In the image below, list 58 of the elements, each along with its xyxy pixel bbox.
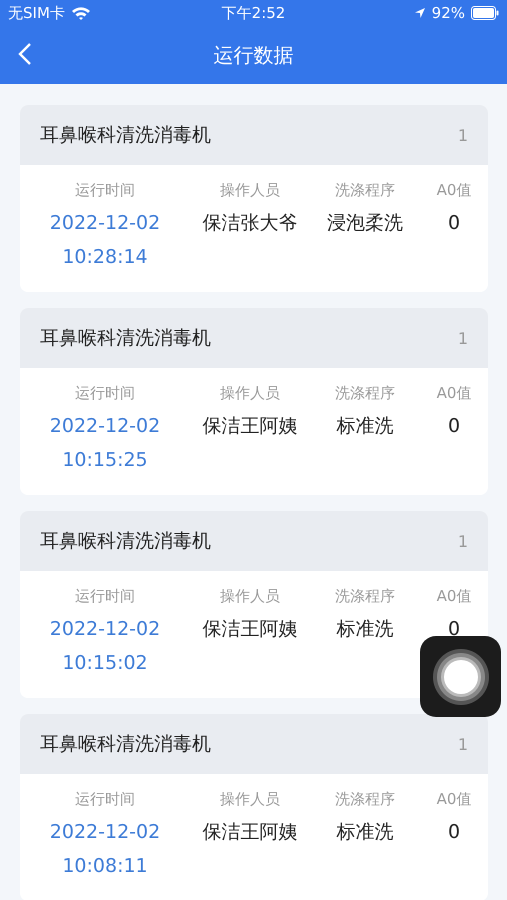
page-title: 运行数据 xyxy=(214,42,294,68)
device-name: 耳鼻喉科清洗消毒机 xyxy=(40,529,211,554)
record-count: 1 xyxy=(458,126,468,144)
record-card[interactable]: 耳鼻喉科清洗消毒机 1 运行时间 操作人员 洗涤程序 A0值 2022-12-02 10:08:11 保洁王阿姨 标准洗 0 xyxy=(20,714,488,900)
wash-program: 标准洗 xyxy=(336,820,394,845)
run-date: 2022-12-02 xyxy=(50,414,160,439)
carrier-text: 无SIM卡 xyxy=(8,4,65,22)
device-name: 耳鼻喉科清洗消毒机 xyxy=(40,732,211,757)
run-time: 10:15:02 xyxy=(62,651,148,676)
wash-program: 浸泡柔洗 xyxy=(327,211,403,236)
run-time: 10:28:14 xyxy=(62,245,148,270)
run-date: 2022-12-02 xyxy=(50,617,160,642)
a0-value: 0 xyxy=(448,414,460,439)
column-label: 洗涤程序 xyxy=(335,181,395,200)
column-label: A0值 xyxy=(436,587,472,606)
record-count: 1 xyxy=(458,734,468,754)
run-time: 10:15:25 xyxy=(62,448,148,473)
column-label: 运行时间 xyxy=(75,181,135,200)
column-label: A0值 xyxy=(436,181,472,200)
column-label: 洗涤程序 xyxy=(335,384,395,403)
battery-icon xyxy=(471,6,499,20)
column-label: A0值 xyxy=(436,384,472,403)
assistive-touch-button[interactable] xyxy=(420,636,501,717)
operator-name: 保洁张大爷 xyxy=(202,211,298,236)
a0-value: 0 xyxy=(448,820,460,845)
column-label: 洗涤程序 xyxy=(335,587,395,606)
record-card[interactable]: 耳鼻喉科清洗消毒机 1 运行时间 操作人员 洗涤程序 A0值 2022-12-02 10:15:25 保洁王阿姨 标准洗 0 xyxy=(20,308,488,495)
assistive-touch-icon xyxy=(432,648,490,706)
record-count: 1 xyxy=(458,328,468,348)
column-label: 运行时间 xyxy=(75,384,135,403)
column-label: 洗涤程序 xyxy=(335,790,395,809)
column-label: 操作人员 xyxy=(220,384,280,403)
wifi-icon xyxy=(70,6,91,20)
back-icon xyxy=(18,42,32,66)
record-count: 1 xyxy=(458,532,468,550)
operator-name: 保洁王阿姨 xyxy=(202,617,298,642)
record-card[interactable]: 耳鼻喉科清洗消毒机 1 运行时间 操作人员 洗涤程序 A0值 2022-12-02 10:15:02 保洁王阿姨 标准洗 0 xyxy=(20,511,488,698)
a0-value: 0 xyxy=(448,211,460,236)
column-label: 运行时间 xyxy=(75,587,135,606)
wash-program: 标准洗 xyxy=(336,617,394,642)
column-label: 操作人员 xyxy=(220,181,280,200)
column-label: 操作人员 xyxy=(220,790,280,809)
operator-name: 保洁王阿姨 xyxy=(202,414,298,439)
battery-percent: 92% xyxy=(432,4,465,22)
wash-program: 标准洗 xyxy=(336,414,394,439)
run-date: 2022-12-02 xyxy=(50,211,160,236)
column-label: 操作人员 xyxy=(220,587,280,606)
column-label: A0值 xyxy=(436,790,472,809)
location-icon xyxy=(414,7,426,19)
record-card[interactable]: 耳鼻喉科清洗消毒机 1 运行时间 操作人员 洗涤程序 A0值 2022-12-02 10:28:14 保洁张大爷 浸泡柔洗 0 xyxy=(20,105,488,292)
run-time: 10:08:11 xyxy=(62,854,148,879)
device-name: 耳鼻喉科清洗消毒机 xyxy=(40,326,211,351)
clock-time: 下午2:52 xyxy=(222,4,286,22)
a0-value: 0 xyxy=(448,617,460,642)
device-name: 耳鼻喉科清洗消毒机 xyxy=(40,123,211,148)
column-label: 运行时间 xyxy=(75,790,135,809)
run-date: 2022-12-02 xyxy=(50,820,160,845)
operator-name: 保洁王阿姨 xyxy=(202,820,298,845)
